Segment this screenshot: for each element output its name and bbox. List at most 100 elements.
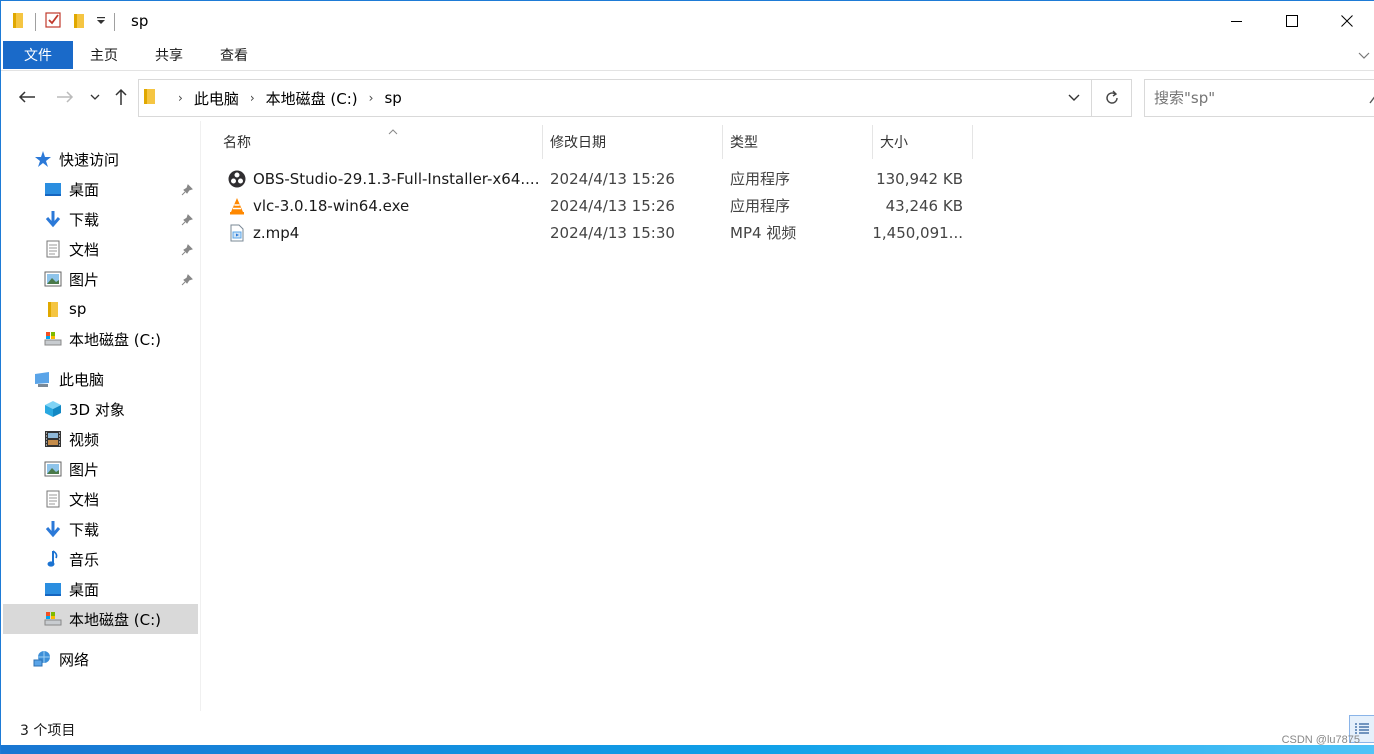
sidebar-item-sp[interactable]: sp bbox=[43, 294, 86, 324]
close-button[interactable] bbox=[1319, 1, 1374, 41]
chevron-right-icon[interactable]: › bbox=[250, 91, 255, 105]
table-row[interactable]: z.mp4 2024/4/13 15:30 MP4 视频 1,450,091..… bbox=[221, 219, 1173, 246]
arrow-left-icon bbox=[18, 91, 35, 103]
file-name-cell[interactable]: z.mp4 bbox=[227, 219, 299, 246]
tab-share[interactable]: 共享 bbox=[155, 41, 183, 69]
table-row[interactable]: vlc-3.0.18-win64.exe 2024/4/13 15:26 应用程… bbox=[221, 192, 1173, 219]
file-name: OBS-Studio-29.1.3-Full-Installer-x64.... bbox=[253, 169, 540, 188]
column-header-label: 大小 bbox=[880, 135, 908, 151]
vlc-icon bbox=[227, 196, 247, 216]
divider bbox=[35, 13, 36, 31]
sidebar-quick-access[interactable]: 快速访问 bbox=[33, 144, 119, 174]
window-title: sp bbox=[131, 12, 149, 30]
back-button[interactable] bbox=[15, 85, 39, 109]
arrow-right-icon bbox=[57, 91, 74, 103]
navigation-pane: 快速访问 桌面 下载 文档 图片 sp 本地磁盘 (C:) 此电脑 3D 对象 … bbox=[1, 121, 201, 711]
crumb-sp[interactable]: sp bbox=[384, 89, 401, 107]
pin-icon[interactable] bbox=[181, 212, 193, 230]
download-icon bbox=[43, 519, 63, 539]
sidebar-item-desktop[interactable]: 桌面 bbox=[43, 574, 99, 604]
pin-icon[interactable] bbox=[181, 242, 193, 260]
sidebar-item-pictures[interactable]: 图片 bbox=[43, 264, 201, 294]
column-header-name[interactable]: 名称 bbox=[216, 125, 543, 159]
up-button[interactable] bbox=[109, 85, 133, 109]
tab-view[interactable]: 查看 bbox=[220, 41, 248, 69]
tab-file[interactable]: 文件 bbox=[3, 41, 73, 69]
sidebar-item-desktop[interactable]: 桌面 bbox=[43, 174, 201, 204]
tab-home[interactable]: 主页 bbox=[90, 41, 118, 69]
sidebar-item-label: 桌面 bbox=[69, 180, 100, 199]
sidebar-item-local-disk[interactable]: 本地磁盘 (C:) bbox=[43, 324, 161, 354]
network-icon bbox=[33, 649, 53, 669]
sidebar-item-pictures[interactable]: 图片 bbox=[43, 454, 99, 484]
file-modified: 2024/4/13 15:30 bbox=[550, 223, 675, 242]
sidebar-item-label: 文档 bbox=[69, 490, 100, 509]
sidebar-item-documents[interactable]: 文档 bbox=[43, 234, 201, 264]
sidebar-item-label: 下载 bbox=[69, 520, 100, 539]
desktop-icon bbox=[43, 179, 63, 199]
search-box[interactable] bbox=[1144, 79, 1374, 117]
search-icon[interactable] bbox=[1368, 91, 1374, 109]
sidebar-item-label: 本地磁盘 (C:) bbox=[69, 330, 161, 349]
status-bar: 3 个项目 bbox=[1, 713, 1374, 745]
folder-icon bbox=[43, 299, 63, 319]
explorer-window: sp 文件 主页 共享 查看 › 此电脑 › 本地磁盘 (C:) › sp 搜索… bbox=[0, 0, 1374, 754]
pin-icon[interactable] bbox=[181, 182, 193, 200]
document-icon bbox=[43, 239, 63, 259]
chevron-right-icon[interactable]: › bbox=[369, 91, 374, 105]
refresh-button[interactable] bbox=[1092, 79, 1132, 117]
sidebar-item-downloads[interactable]: 下载 bbox=[43, 204, 201, 234]
address-dropdown-icon[interactable] bbox=[1067, 90, 1083, 106]
sidebar-item-label: 本地磁盘 (C:) bbox=[69, 610, 161, 629]
sidebar-item-music[interactable]: 音乐 bbox=[43, 544, 99, 574]
video-icon bbox=[43, 429, 63, 449]
recent-locations-button[interactable] bbox=[85, 85, 105, 109]
document-icon bbox=[43, 489, 63, 509]
search-input[interactable] bbox=[1145, 80, 1374, 116]
column-header-type[interactable]: 类型 bbox=[723, 125, 873, 159]
sidebar-item-label: 视频 bbox=[69, 430, 100, 449]
pin-icon[interactable] bbox=[181, 272, 193, 290]
taskbar-strip bbox=[1, 745, 1374, 754]
sidebar-this-pc[interactable]: 此电脑 bbox=[33, 364, 104, 394]
sidebar-network[interactable]: 网络 bbox=[33, 644, 89, 674]
forward-button[interactable] bbox=[53, 85, 77, 109]
column-header-modified[interactable]: 修改日期 bbox=[543, 125, 723, 159]
folder-icon bbox=[143, 87, 157, 109]
crumb-local-disk[interactable]: 本地磁盘 (C:) bbox=[266, 88, 358, 109]
item-count: 3 个项目 bbox=[20, 723, 76, 739]
file-list: 名称 修改日期 类型 大小 OBS-Studio-29.1.3-Full-Ins… bbox=[201, 121, 1374, 711]
column-header-label: 修改日期 bbox=[550, 135, 606, 151]
minimize-button[interactable] bbox=[1209, 1, 1264, 41]
sidebar-item-3d-objects[interactable]: 3D 对象 bbox=[43, 394, 125, 424]
address-bar[interactable]: › 此电脑 › 本地磁盘 (C:) › sp bbox=[138, 79, 1092, 117]
file-name-cell[interactable]: vlc-3.0.18-win64.exe bbox=[227, 192, 409, 219]
new-folder-icon[interactable] bbox=[72, 11, 88, 33]
expand-ribbon-icon[interactable] bbox=[1356, 47, 1372, 63]
maximize-button[interactable] bbox=[1264, 1, 1319, 41]
properties-icon[interactable] bbox=[44, 11, 62, 33]
customize-qat-dropdown-icon[interactable] bbox=[96, 14, 106, 30]
sidebar-item-local-disk-selected[interactable]: 本地磁盘 (C:) bbox=[3, 604, 198, 634]
chevron-right-icon[interactable]: › bbox=[178, 91, 183, 105]
sidebar-item-label: 3D 对象 bbox=[69, 400, 125, 419]
column-header-size[interactable]: 大小 bbox=[873, 125, 973, 159]
video-file-icon bbox=[227, 223, 247, 243]
sidebar-item-label: 桌面 bbox=[69, 580, 100, 599]
chevron-down-icon bbox=[90, 94, 100, 100]
crumb-this-pc[interactable]: 此电脑 bbox=[194, 88, 239, 109]
column-header-label: 类型 bbox=[730, 135, 758, 151]
computer-icon bbox=[33, 369, 53, 389]
file-name-cell[interactable]: OBS-Studio-29.1.3-Full-Installer-x64.... bbox=[227, 165, 539, 192]
table-row[interactable]: OBS-Studio-29.1.3-Full-Installer-x64....… bbox=[221, 165, 1173, 192]
sidebar-item-label: 音乐 bbox=[69, 550, 100, 569]
refresh-icon bbox=[1105, 90, 1118, 104]
breadcrumb: › 此电脑 › 本地磁盘 (C:) › sp bbox=[143, 80, 402, 116]
sidebar-item-label: 图片 bbox=[69, 270, 100, 289]
sidebar-item-documents[interactable]: 文档 bbox=[43, 484, 99, 514]
sidebar-item-videos[interactable]: 视频 bbox=[43, 424, 99, 454]
obs-icon bbox=[227, 169, 247, 189]
sidebar-item-downloads[interactable]: 下载 bbox=[43, 514, 99, 544]
arrow-up-icon bbox=[115, 88, 127, 105]
file-size: 1,450,091... bbox=[872, 223, 963, 242]
